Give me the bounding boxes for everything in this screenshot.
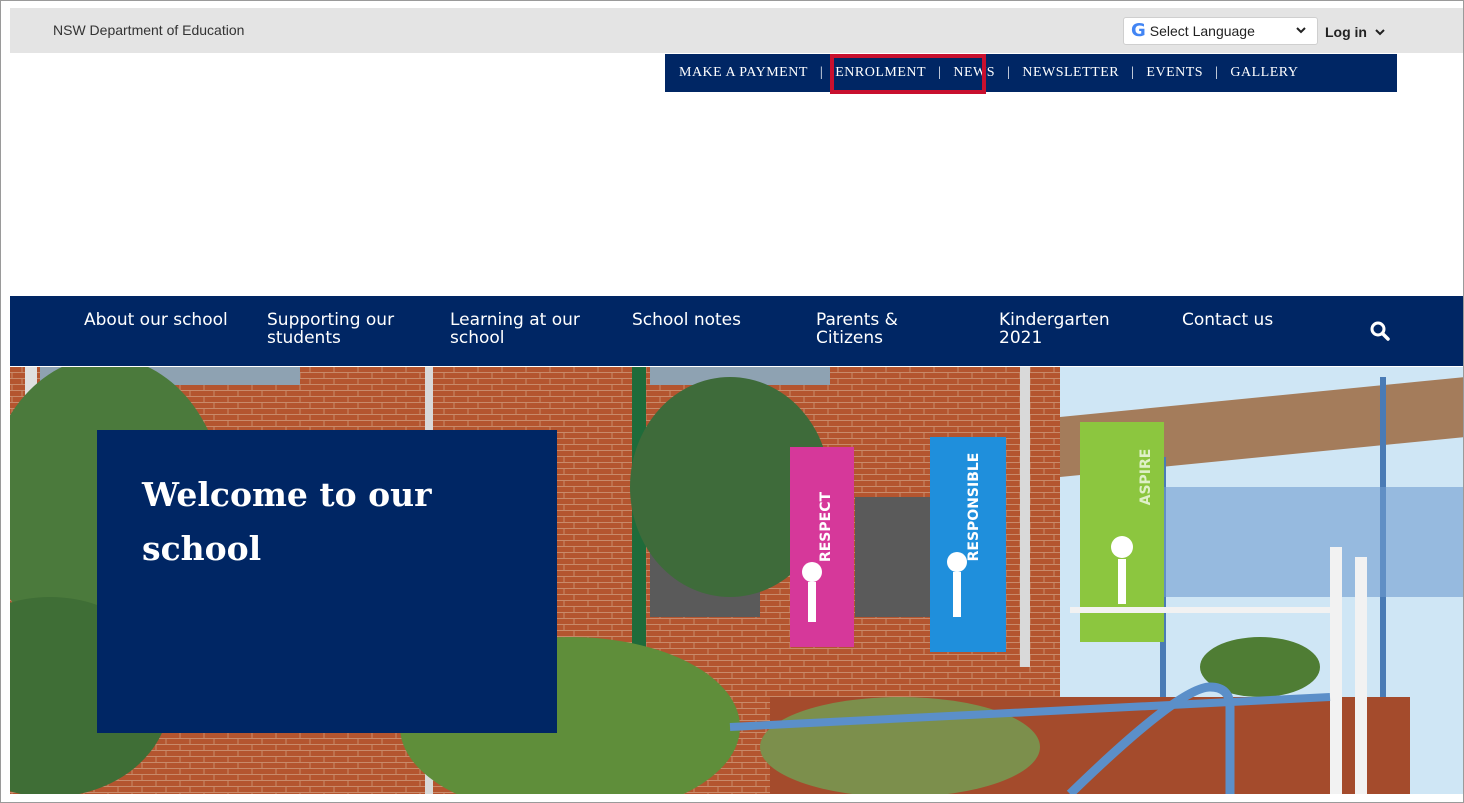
top-nav-enrolment[interactable]: ENROLMENT [835,65,926,81]
main-nav-school-notes[interactable]: School notes [632,311,741,329]
google-icon: G [1131,20,1146,41]
banner-respect-text: RESPECT [818,492,834,563]
top-nav-gallery[interactable]: GALLERY [1230,65,1298,81]
main-nav-label: school [450,328,505,348]
main-nav-label: 2021 [999,328,1043,348]
nav-separator: | [819,65,824,80]
main-nav-supporting-our-students[interactable]: Supporting our students [267,311,394,347]
nav-separator: | [938,65,942,80]
browser-frame: NSW Department of Education G Select Lan… [0,0,1464,803]
language-select[interactable]: G Select Language [1123,17,1318,45]
main-nav-label: Learning at our [450,310,580,330]
main-nav-kindergarten-2021[interactable]: Kindergarten 2021 [999,311,1110,347]
main-nav-label: students [267,328,341,348]
welcome-title-line: school [142,529,262,568]
main-nav-label: Citizens [816,328,883,348]
login-label: Log in [1325,24,1367,40]
nav-separator: | [1215,65,1219,80]
top-nav-events[interactable]: EVENTS [1146,65,1203,81]
language-select-label: Select Language [1149,23,1255,39]
main-nav-parents-citizens[interactable]: Parents & Citizens [816,311,898,347]
welcome-panel: Welcome to our school [97,430,557,733]
chevron-down-icon [1296,27,1306,34]
top-nav-make-payment[interactable]: MAKE A PAYMENT [679,65,808,81]
main-nav: About our school Supporting our students… [10,296,1463,366]
banner-aspire-text: ASPIRE [1138,449,1154,506]
main-nav-label: Kindergarten [999,310,1110,330]
main-nav-label: About our school [84,310,228,330]
main-nav-label: Parents & [816,310,898,330]
main-nav-about-our-school[interactable]: About our school [84,311,228,329]
utility-bar: NSW Department of Education G Select Lan… [10,8,1463,53]
hero-image: RESPECT RESPONSIBLE ASPIRE Welcome to ou… [10,367,1463,794]
banner-responsible-text: RESPONSIBLE [966,453,982,562]
main-nav-label: School notes [632,310,741,330]
main-nav-label: Supporting our [267,310,395,330]
top-nav-news[interactable]: NEWS [953,65,995,81]
top-nav: MAKE A PAYMENT | ENROLMENT | NEWS | NEWS… [665,54,1397,94]
department-name: NSW Department of Education [53,22,245,38]
chevron-down-icon [1375,29,1385,36]
main-nav-learning-at-our-school[interactable]: Learning at our school [450,311,580,347]
main-nav-label: Contact us [1182,310,1274,330]
search-icon[interactable] [1369,320,1391,342]
login-menu[interactable]: Log in [1325,24,1385,40]
welcome-title-line: Welcome to our [142,475,432,514]
top-nav-newsletter[interactable]: NEWSLETTER [1022,65,1119,81]
nav-separator: | [1007,65,1011,80]
main-nav-contact-us[interactable]: Contact us [1182,311,1273,329]
welcome-title: Welcome to our school [142,468,472,576]
nav-separator: | [1131,65,1135,80]
